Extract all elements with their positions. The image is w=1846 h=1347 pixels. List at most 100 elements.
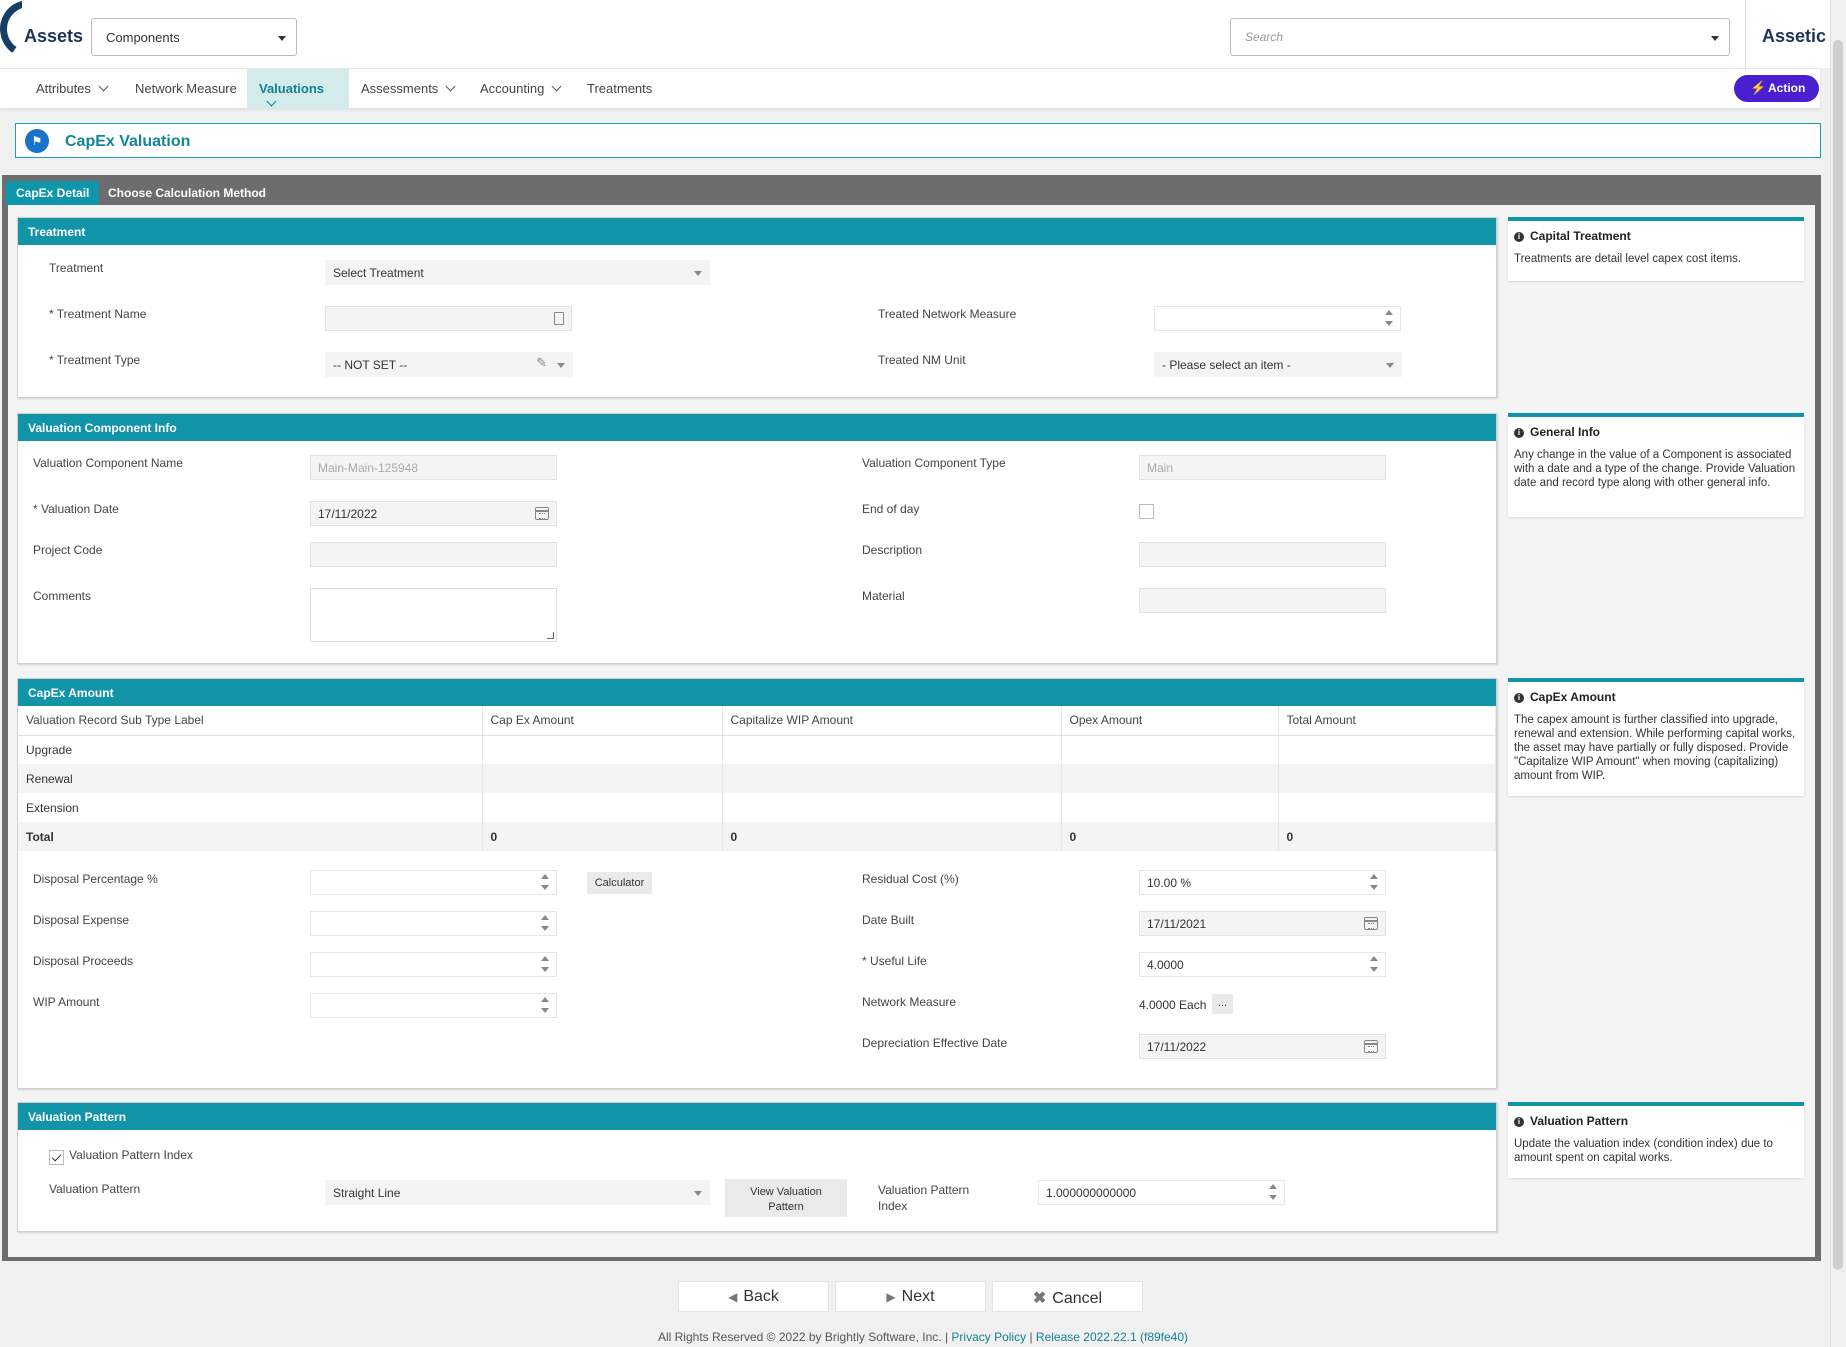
treatment-type-select[interactable]: -- NOT SET -- ✎ — [325, 352, 573, 377]
product-logo: Assetic — [1762, 26, 1827, 46]
info-panel-title: i CapEx Amount — [1514, 690, 1798, 704]
disposal-percentage-input[interactable] — [310, 870, 557, 895]
renewal-opex-cell[interactable] — [1061, 764, 1279, 793]
tab-choose-calculation-method[interactable]: Choose Calculation Method — [98, 181, 276, 205]
network-measure-label: Network Measure — [862, 995, 957, 1009]
valuation-date-input[interactable]: 17/11/2022 — [310, 501, 557, 526]
wip-amount-input[interactable] — [310, 993, 557, 1018]
component-type-select[interactable]: Components — [91, 18, 297, 56]
treated-nm-unit-select[interactable]: - Please select an item - — [1154, 352, 1402, 377]
renewal-wip-cell[interactable] — [722, 764, 1062, 793]
extension-opex-cell[interactable] — [1061, 793, 1279, 822]
depreciation-date-input[interactable]: 17/11/2022 — [1139, 1034, 1386, 1059]
end-of-day-label: End of day — [862, 502, 920, 516]
valuation-pattern-index-value: 1.000000000000 — [1046, 1186, 1137, 1200]
caret-down-icon — [694, 1191, 702, 1196]
depreciation-date-value: 17/11/2022 — [1147, 1040, 1207, 1054]
valuation-pattern-index-input[interactable]: 1.000000000000 — [1038, 1180, 1285, 1205]
spinner-icon[interactable] — [541, 997, 549, 1014]
cancel-label: Cancel — [1052, 1290, 1103, 1307]
date-built-input[interactable]: 17/11/2021 — [1139, 911, 1386, 936]
info-title-text: CapEx Amount — [1530, 690, 1616, 704]
disposal-expense-label: Disposal Expense — [33, 913, 130, 927]
notes-icon[interactable] — [554, 312, 564, 325]
caret-down-icon — [557, 363, 565, 368]
treatment-label: Treatment — [49, 261, 104, 275]
next-button[interactable]: ▶ Next — [835, 1281, 986, 1312]
info-panel-title: i Valuation Pattern — [1514, 1114, 1798, 1128]
treated-network-measure-input[interactable] — [1154, 306, 1401, 331]
upgrade-opex-cell[interactable] — [1061, 735, 1279, 764]
action-button[interactable]: ⚡ Action — [1734, 75, 1819, 102]
useful-life-input[interactable]: 4.0000 — [1139, 952, 1386, 977]
footer-separator: | — [1029, 1330, 1033, 1344]
nav-network-measure[interactable]: Network Measure — [123, 69, 249, 109]
table-header-row: Valuation Record Sub Type Label Cap Ex A… — [18, 706, 1496, 736]
resize-handle-icon[interactable] — [547, 632, 554, 639]
search-input[interactable]: Search — [1230, 18, 1730, 56]
comments-textarea[interactable] — [310, 588, 557, 642]
view-valuation-pattern-button[interactable]: View Valuation Pattern — [725, 1179, 847, 1217]
upgrade-wip-cell[interactable] — [722, 735, 1062, 764]
spinner-icon[interactable] — [541, 874, 549, 891]
residual-cost-input[interactable]: 10.00 % — [1139, 870, 1386, 895]
upgrade-capex-cell[interactable] — [482, 735, 723, 764]
calendar-icon[interactable] — [1364, 917, 1378, 930]
renewal-capex-cell[interactable] — [482, 764, 723, 793]
disposal-proceeds-label: Disposal Proceeds — [33, 954, 134, 968]
spinner-icon[interactable] — [1370, 874, 1378, 891]
project-code-input[interactable] — [310, 542, 557, 567]
valuation-pattern-select[interactable]: Straight Line — [325, 1180, 710, 1205]
flag-icon: ⚑ — [25, 129, 49, 153]
row-label-renewal: Renewal — [18, 764, 483, 793]
info-panel-body: Treatments are detail level capex cost i… — [1514, 253, 1742, 265]
valuation-component-info-panel: Valuation Component Info Valuation Compo… — [17, 413, 1497, 664]
nav-assessments[interactable]: Assessments — [349, 69, 466, 109]
close-icon: ✖ — [1032, 1290, 1047, 1307]
back-button[interactable]: ◀ Back — [678, 1281, 829, 1312]
app-brand[interactable]: Assets — [24, 26, 83, 47]
description-label: Description — [862, 543, 923, 557]
cancel-button[interactable]: ✖ Cancel — [992, 1281, 1143, 1312]
nav-treatments[interactable]: Treatments — [575, 69, 664, 109]
spinner-icon[interactable] — [1269, 1184, 1277, 1201]
disposal-expense-input[interactable] — [310, 911, 557, 936]
column-header-capex: Cap Ex Amount — [482, 706, 723, 736]
description-input[interactable] — [1139, 542, 1386, 567]
privacy-policy-link[interactable]: Privacy Policy — [951, 1330, 1026, 1344]
info-title-text: General Info — [1530, 425, 1601, 439]
spinner-icon[interactable] — [1370, 956, 1378, 973]
pencil-icon[interactable]: ✎ — [536, 355, 547, 371]
extension-wip-cell[interactable] — [722, 793, 1062, 822]
treatment-select[interactable]: Select Treatment — [325, 260, 710, 285]
nav-accounting[interactable]: Accounting — [468, 69, 572, 109]
nav-valuations[interactable]: Valuations — [247, 69, 349, 109]
info-panel-title: i Capital Treatment — [1514, 229, 1798, 243]
disposal-proceeds-input[interactable] — [310, 952, 557, 977]
tab-capex-detail[interactable]: CapEx Detail — [6, 181, 100, 205]
treatment-type-value: -- NOT SET -- — [333, 358, 408, 372]
release-link[interactable]: Release 2022.22.1 (f89fe40) — [1036, 1330, 1188, 1344]
chevron-down-icon — [551, 81, 562, 92]
spinner-icon[interactable] — [541, 915, 549, 932]
calculator-button[interactable]: Calculator — [587, 872, 652, 894]
spinner-icon[interactable] — [541, 956, 549, 973]
calendar-icon[interactable] — [535, 507, 549, 520]
extension-total-cell — [1278, 793, 1496, 822]
scrollbar-thumb[interactable] — [1833, 40, 1843, 1270]
calendar-icon[interactable] — [1364, 1040, 1378, 1053]
network-measure-more-button[interactable]: ... — [1212, 994, 1233, 1014]
extension-capex-cell[interactable] — [482, 793, 723, 822]
nav-attributes[interactable]: Attributes — [24, 69, 119, 109]
material-input[interactable] — [1139, 588, 1386, 613]
nav-treatments-label: Treatments — [587, 81, 653, 96]
end-of-day-checkbox[interactable] — [1139, 504, 1154, 519]
spinner-icon[interactable] — [1385, 310, 1393, 327]
nav-assessments-label: Assessments — [361, 81, 439, 96]
treatment-name-input[interactable] — [325, 306, 572, 331]
valuation-pattern-index-checkbox[interactable] — [49, 1150, 64, 1165]
treatment-panel: Treatment Treatment Select Treatment * T… — [17, 217, 1497, 398]
chevron-down-icon — [98, 81, 109, 92]
treated-nm-unit-value: - Please select an item - — [1162, 358, 1291, 372]
capex-panel-header: CapEx Amount — [18, 679, 1496, 706]
